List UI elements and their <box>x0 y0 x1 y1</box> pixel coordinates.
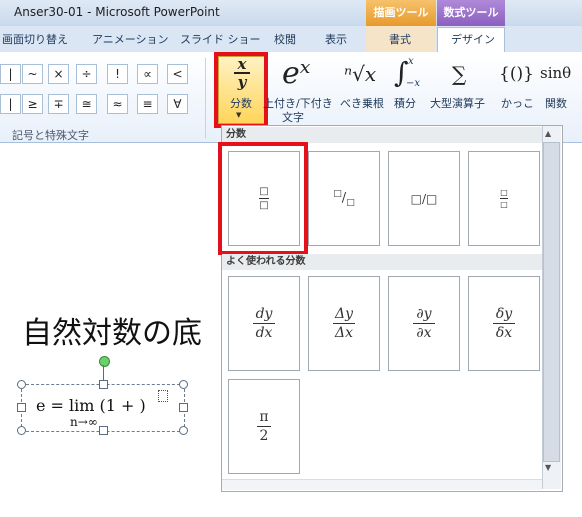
symbol-button[interactable]: ≅ <box>76 94 97 114</box>
script-button-label-2[interactable]: 文字 <box>282 109 304 125</box>
common-fraction-small-delta[interactable]: δy δx <box>468 276 540 371</box>
integral-lower-limit: −x <box>406 78 421 89</box>
scrollbar-thumb[interactable] <box>543 142 560 462</box>
function-button-label[interactable]: 関数 <box>545 95 567 111</box>
tab-slide-show[interactable]: スライド ショー <box>180 31 261 47</box>
equation-text[interactable]: e = lim (1 + ) <box>36 396 146 415</box>
ribbon-separator <box>205 58 206 138</box>
window-title: Anser30-01 - Microsoft PowerPoint <box>14 5 220 19</box>
fraction-linear-option[interactable]: □/□ <box>388 151 460 246</box>
common-fraction-partial[interactable]: ∂y ∂x <box>388 276 460 371</box>
resize-handle[interactable] <box>99 380 108 389</box>
symbol-button[interactable]: ≡ <box>137 94 158 114</box>
symbol-button[interactable]: ≥ <box>22 94 43 114</box>
symbol-button[interactable]: | <box>0 64 21 84</box>
common-fraction-dy-dx[interactable]: dy dx <box>228 276 300 371</box>
script-icon[interactable]: eˣ <box>282 56 310 91</box>
symbol-button[interactable]: ∓ <box>48 94 69 114</box>
radical-button-label[interactable]: べき乗根 <box>340 95 384 111</box>
symbol-button[interactable]: | <box>0 94 21 114</box>
fraction-skewed-option[interactable]: □/□ <box>308 151 380 246</box>
tab-format[interactable]: 書式 <box>389 31 411 47</box>
bracket-icon[interactable]: {()} <box>499 64 534 84</box>
tab-transitions[interactable]: 画面切り替え <box>2 31 68 47</box>
radical-icon[interactable]: ⁿ√x <box>344 62 376 86</box>
symbol-button[interactable]: ÷ <box>76 64 97 84</box>
tab-view[interactable]: 表示 <box>325 31 347 47</box>
resize-handle[interactable] <box>17 426 26 435</box>
symbol-button[interactable]: ≈ <box>107 94 128 114</box>
resize-handle[interactable] <box>17 403 26 412</box>
symbols-group-label: 記号と特殊文字 <box>12 129 89 142</box>
tab-review[interactable]: 校閲 <box>274 31 296 47</box>
bracket-button-label[interactable]: かっこ <box>501 95 534 111</box>
symbol-button[interactable]: ∝ <box>137 64 158 84</box>
scroll-down-icon[interactable]: ▼ <box>545 463 551 472</box>
resize-handle[interactable] <box>179 403 188 412</box>
symbol-button[interactable]: × <box>48 64 69 84</box>
common-fraction-delta[interactable]: Δy Δx <box>308 276 380 371</box>
symbol-button[interactable]: < <box>167 64 188 84</box>
common-fraction-pi-over-2[interactable]: π2 <box>228 379 300 474</box>
placeholder-box-icon <box>158 390 168 402</box>
contextual-tab-equation-tools: 数式ツール <box>437 0 505 26</box>
symbol-button[interactable]: ∀ <box>167 94 188 114</box>
contextual-tab-drawing-tools: 描画ツール <box>366 0 436 26</box>
resize-handle[interactable] <box>179 426 188 435</box>
resize-handle[interactable] <box>99 426 108 435</box>
large-operator-icon[interactable]: ∑ <box>452 62 466 86</box>
fraction-small-option[interactable]: □ □ <box>468 151 540 246</box>
gallery-resize-bar[interactable] <box>222 479 542 490</box>
tab-design[interactable]: デザイン <box>451 31 495 47</box>
resize-handle[interactable] <box>179 380 188 389</box>
resize-handle[interactable] <box>17 380 26 389</box>
slide-title[interactable]: 自然対数の底 <box>22 308 202 352</box>
function-icon[interactable]: sinθ <box>540 64 571 82</box>
integral-upper-limit: x <box>408 56 414 67</box>
rotate-handle[interactable] <box>99 356 110 367</box>
scroll-up-icon[interactable]: ▲ <box>545 129 551 138</box>
section-header-common-fractions: よく使われる分数 <box>222 254 542 270</box>
highlight-box-fraction-button <box>214 52 268 128</box>
equation-subscript: n→∞ <box>70 415 98 429</box>
symbol-button[interactable]: ~ <box>22 64 43 84</box>
large-operator-button-label[interactable]: 大型演算子 <box>430 95 485 111</box>
section-header-fraction: 分数 <box>222 127 542 143</box>
integral-button-label[interactable]: 積分 <box>394 95 416 111</box>
tab-animations[interactable]: アニメーション <box>92 31 169 47</box>
symbol-button[interactable]: ! <box>107 64 128 84</box>
highlight-box-stacked-fraction <box>218 142 308 255</box>
